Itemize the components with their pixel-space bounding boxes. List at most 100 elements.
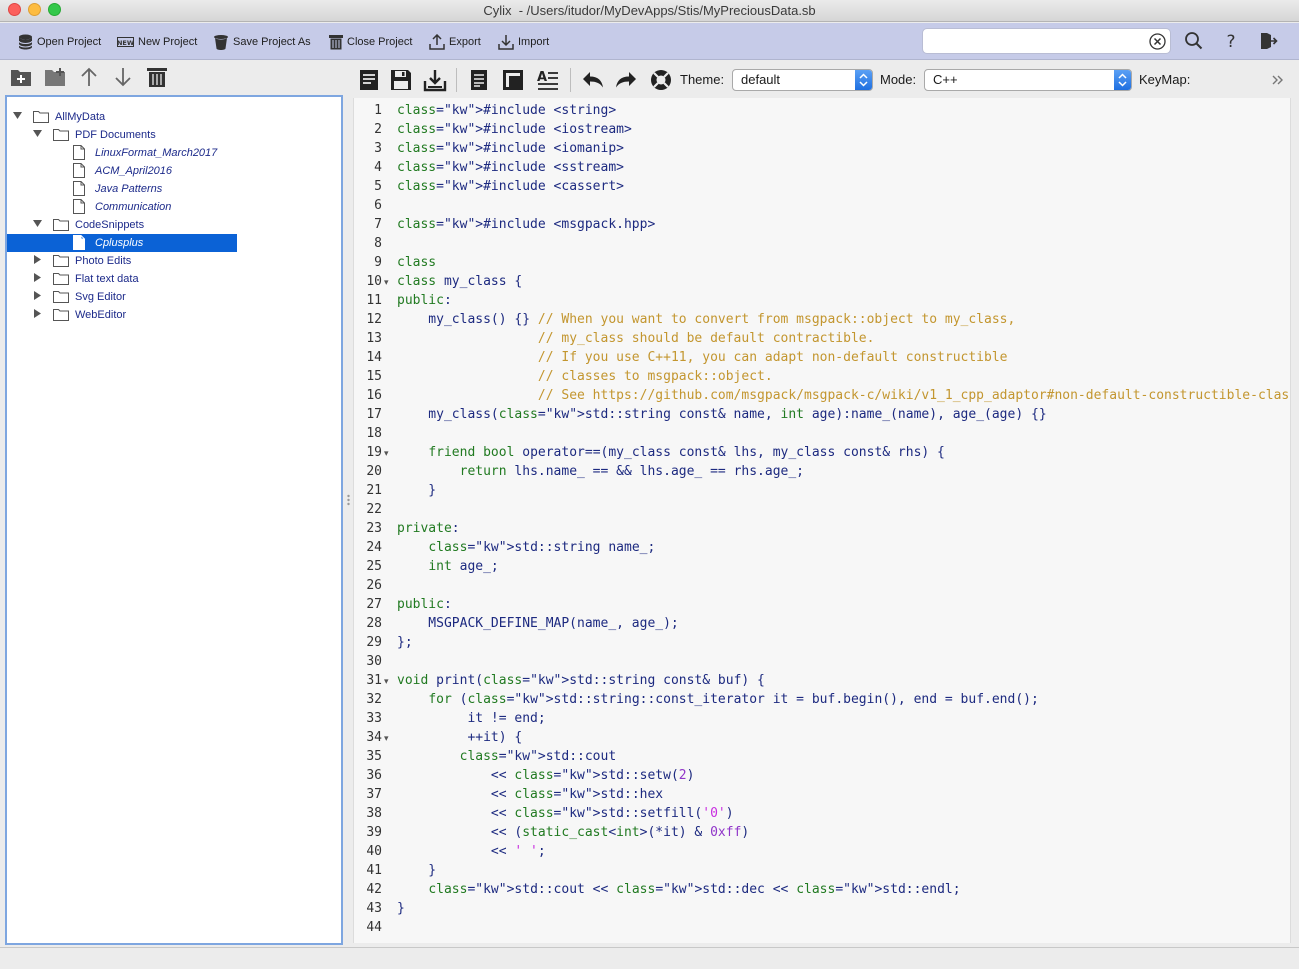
export-button[interactable]: Export <box>429 32 481 52</box>
disclosure-down-icon[interactable] <box>33 129 43 139</box>
exit-icon[interactable] <box>1258 31 1278 51</box>
code-line[interactable]: << class="kw">std::hex <box>397 787 663 802</box>
code-line[interactable]: // If you use C++11, you can adapt non-d… <box>397 350 1008 365</box>
code-line[interactable]: } <box>397 483 436 498</box>
tree-label: Svg Editor <box>75 291 126 303</box>
tree-folder-row[interactable]: Photo Edits <box>7 252 341 270</box>
save-icon[interactable] <box>389 68 413 92</box>
tree-folder-row[interactable]: WebEditor <box>7 306 341 324</box>
panel-splitter[interactable] <box>344 95 353 945</box>
full-screen-icon[interactable] <box>501 68 525 92</box>
code-line[interactable]: // See https://github.com/msgpack/msgpac… <box>397 388 1290 403</box>
import-button[interactable]: Import <box>498 32 549 52</box>
tree-folder-row[interactable]: CodeSnippets <box>7 216 341 234</box>
code-line[interactable]: << class="kw">std::setfill('0') <box>397 806 734 821</box>
code-line[interactable]: class="kw">#include <sstream> <box>397 160 624 175</box>
tree-folder-row[interactable]: Flat text data <box>7 270 341 288</box>
new-document-icon[interactable] <box>357 68 381 92</box>
code-line[interactable]: class="kw">#include <string> <box>397 103 616 118</box>
mode-select[interactable]: C++ <box>924 69 1132 91</box>
code-line[interactable]: my_class(class="kw">std::string const& n… <box>397 407 1046 422</box>
code-line[interactable]: << ' '; <box>397 844 546 859</box>
code-line[interactable]: class="kw">#include <iostream> <box>397 122 632 137</box>
code-line[interactable]: return lhs.name_ == && lhs.age_ == rhs.a… <box>397 464 804 479</box>
code-line[interactable]: int age_; <box>397 559 498 574</box>
code-line[interactable]: private: <box>397 521 460 536</box>
move-up-icon[interactable] <box>77 66 101 88</box>
line-number: 39 <box>366 825 382 840</box>
fold-arrow-icon[interactable]: ▾ <box>384 676 392 687</box>
code-line[interactable]: MSGPACK_DEFINE_MAP(name_, age_); <box>397 616 678 631</box>
tree-file-row[interactable]: Communication <box>7 198 341 216</box>
redo-icon[interactable] <box>614 68 638 92</box>
disclosure-down-icon[interactable] <box>13 111 23 121</box>
code-line[interactable]: ++it) { <box>397 730 522 745</box>
lifebuoy-icon[interactable] <box>649 68 673 92</box>
code-line[interactable]: // my_class should be default contractib… <box>397 331 875 346</box>
code-line[interactable]: class="kw">std::string name_; <box>397 540 655 555</box>
overflow-chevrons-icon[interactable] <box>1271 74 1285 86</box>
disclosure-right-icon[interactable] <box>33 291 43 301</box>
tree-file-row[interactable]: Java Patterns <box>7 180 341 198</box>
tree-label: Java Patterns <box>95 183 163 195</box>
disclosure-right-icon[interactable] <box>33 309 43 319</box>
code-line[interactable]: friend bool operator==(my_class const& l… <box>397 445 945 460</box>
add-folder-icon[interactable] <box>9 66 33 88</box>
text-format-icon[interactable]: A <box>536 68 560 92</box>
code-line[interactable]: void print(class="kw">std::string const&… <box>397 673 765 688</box>
code-line[interactable]: class <box>397 255 436 270</box>
disclosure-down-icon[interactable] <box>33 219 43 229</box>
code-line[interactable]: } <box>397 863 436 878</box>
code-line[interactable]: class="kw">#include <iomanip> <box>397 141 624 156</box>
disclosure-right-icon[interactable] <box>33 273 43 283</box>
code-line[interactable]: } <box>397 901 405 916</box>
new-project-button[interactable]: NEW New Project <box>117 32 197 52</box>
code-line[interactable]: class="kw">#include <msgpack.hpp> <box>397 217 655 232</box>
code-line[interactable]: public: <box>397 597 452 612</box>
tree-folder-row[interactable]: Svg Editor <box>7 288 341 306</box>
move-down-icon[interactable] <box>111 66 135 88</box>
undo-icon[interactable] <box>581 68 605 92</box>
code-editor[interactable]: 1 2 3 4 5 6 7 8 9 10 ▾ 11 12 13 14 15 16 17 18 19 ▾ 20 21 22 23 2… <box>353 98 1291 943</box>
code-line[interactable]: << class="kw">std::setw(2) <box>397 768 695 783</box>
tree-file-row[interactable]: Cplusplus <box>7 234 237 252</box>
code-line[interactable]: // classes to msgpack::object. <box>397 369 773 384</box>
code-line[interactable]: it != end; <box>397 711 545 726</box>
theme-select[interactable]: default <box>732 69 873 91</box>
fold-arrow-icon[interactable]: ▾ <box>384 448 392 459</box>
open-project-button[interactable]: Open Project <box>18 32 101 52</box>
tree-folder-row[interactable]: AllMyData <box>7 108 341 126</box>
tree-file-row[interactable]: ACM_April2016 <box>7 162 341 180</box>
fold-arrow-icon[interactable]: ▾ <box>384 733 392 744</box>
add-file-icon[interactable] <box>43 66 67 88</box>
search-input[interactable] <box>929 32 1139 50</box>
line-number: 1 <box>374 103 382 118</box>
close-project-button[interactable]: Close Project <box>329 32 412 52</box>
code-line[interactable]: class="kw">#include <cassert> <box>397 179 624 194</box>
document-lines-icon[interactable] <box>467 68 491 92</box>
code-line[interactable]: public: <box>397 293 452 308</box>
fold-arrow-icon[interactable]: ▾ <box>384 277 392 288</box>
clear-search-icon[interactable] <box>1149 33 1166 50</box>
keymap-label: KeyMap: <box>1139 72 1191 87</box>
save-download-icon[interactable] <box>423 68 447 92</box>
code-line[interactable]: class="kw">std::cout << class="kw">std::… <box>397 882 960 897</box>
tree-file-row[interactable]: LinuxFormat_March2017 <box>7 144 341 162</box>
line-number: 16 <box>366 388 382 403</box>
delete-icon[interactable] <box>145 66 169 88</box>
disclosure-right-icon[interactable] <box>33 255 43 265</box>
help-icon[interactable]: ? <box>1223 31 1239 51</box>
select-arrows-icon <box>855 70 872 90</box>
code-line[interactable]: class my_class { <box>397 274 522 289</box>
code-line[interactable]: }; <box>397 635 413 650</box>
line-number: 10 <box>366 274 382 289</box>
tree-folder-row[interactable]: PDF Documents <box>7 126 341 144</box>
code-line[interactable]: my_class() {} // When you want to conver… <box>397 312 1015 327</box>
code-line[interactable]: << (static_cast<int>(*it) & 0xff) <box>397 825 749 840</box>
code-line[interactable]: for (class="kw">std::string::const_itera… <box>397 692 1039 707</box>
code-line[interactable]: class="kw">std::cout <box>397 749 617 764</box>
save-project-as-button[interactable]: Save Project As <box>213 32 311 52</box>
search-icon[interactable] <box>1184 31 1204 51</box>
folder-icon <box>53 129 69 141</box>
line-number: 13 <box>366 331 382 346</box>
